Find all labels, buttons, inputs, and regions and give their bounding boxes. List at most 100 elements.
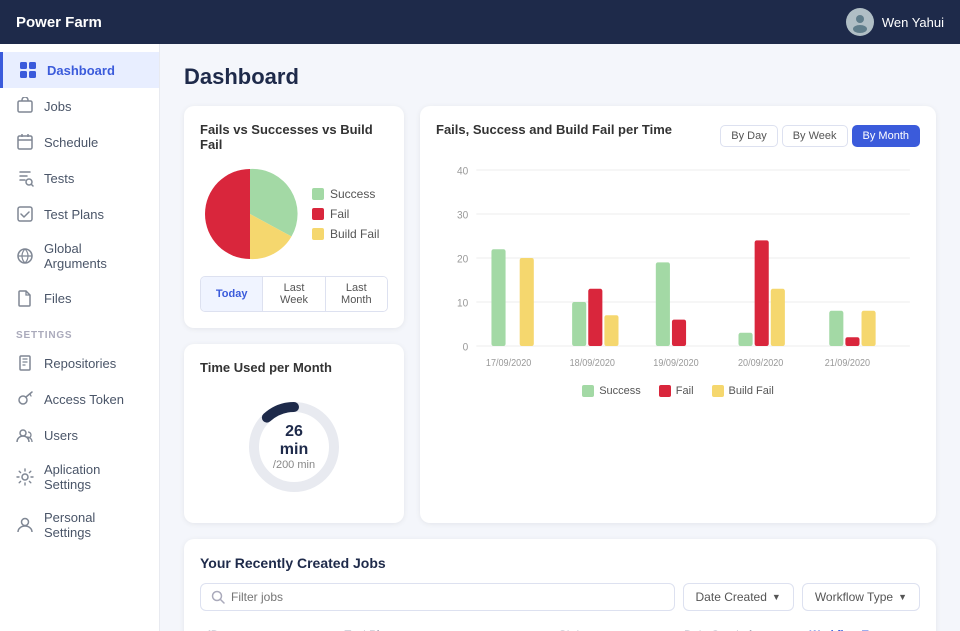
main-content: Dashboard Fails vs Successes vs Build Fa… — [160, 44, 960, 631]
legend-dot-fail — [312, 208, 324, 220]
date-created-filter-btn[interactable]: Date Created ▼ — [683, 583, 794, 611]
chart-legend-build-fail: Build Fail — [712, 385, 774, 397]
legend-label-build-fail: Build Fail — [330, 227, 379, 241]
application-settings-icon — [16, 468, 34, 486]
time-total: /200 min — [269, 459, 319, 471]
time-used: 26 min — [269, 423, 319, 459]
col-header-plan: Test Plan name — [336, 623, 550, 631]
global-arguments-icon — [16, 247, 34, 265]
bar-chart-wrap: 40 30 20 10 0 17/09/2020 — [436, 159, 920, 379]
sidebar-item-access-token-label: Access Token — [44, 392, 124, 407]
sidebar-item-global-arguments[interactable]: Global Arguments — [0, 232, 159, 280]
jobs-icon — [16, 97, 34, 115]
legend-label-fail: Fail — [330, 207, 349, 221]
chart-legend-label-fail: Fail — [676, 385, 694, 397]
sidebar-item-global-arguments-label: Global Arguments — [44, 241, 143, 271]
svg-text:18/09/2020: 18/09/2020 — [570, 357, 615, 368]
svg-text:17/09/2020: 17/09/2020 — [486, 357, 531, 368]
repositories-icon — [16, 354, 34, 372]
jobs-filter-row: Date Created ▼ Workflow Type ▼ — [200, 583, 920, 611]
legend-item-build-fail: Build Fail — [312, 227, 379, 241]
time-card: Time Used per Month 26 min /200 min — [184, 344, 404, 523]
sidebar-item-test-plans-label: Test Plans — [44, 207, 104, 222]
sidebar-item-dashboard[interactable]: Dashboard — [0, 52, 159, 88]
donut-text: 26 min /200 min — [269, 423, 319, 471]
left-column: Fails vs Successes vs Build Fail — [184, 106, 404, 523]
files-icon — [16, 289, 34, 307]
filter-input-wrap[interactable] — [200, 583, 675, 611]
brand-name: Power Farm — [16, 14, 102, 31]
dashboard-icon — [19, 61, 37, 79]
svg-text:19/09/2020: 19/09/2020 — [653, 357, 698, 368]
legend-item-fail: Fail — [312, 207, 379, 221]
col-header-status: Status — [551, 623, 664, 631]
sidebar-item-repositories[interactable]: Repositories — [0, 345, 159, 381]
avatar — [846, 8, 874, 36]
sidebar-item-repositories-label: Repositories — [44, 356, 116, 371]
donut-chart: 26 min /200 min — [244, 397, 344, 497]
chart-legend-dot-fail — [659, 385, 671, 397]
bar-card-title: Fails, Success and Build Fail per Time — [436, 122, 672, 137]
pie-filter-buttons: Today Last Week Last Month — [200, 276, 388, 312]
sidebar-item-files[interactable]: Files — [0, 280, 159, 316]
chevron-down-icon: ▼ — [898, 592, 907, 602]
legend-dot-success — [312, 188, 324, 200]
pie-legend: Success Fail Build Fail — [312, 187, 379, 241]
btn-by-month[interactable]: By Month — [852, 125, 920, 147]
legend-item-success: Success — [312, 187, 379, 201]
svg-text:20: 20 — [457, 253, 468, 266]
svg-text:21/09/2020: 21/09/2020 — [825, 357, 870, 368]
username: Wen Yahui — [882, 15, 944, 30]
bar-chart-svg: 40 30 20 10 0 17/09/2020 — [436, 159, 920, 379]
access-token-icon — [16, 390, 34, 408]
user-profile[interactable]: Wen Yahui — [846, 8, 944, 36]
sidebar-item-personal-settings[interactable]: Personal Settings — [0, 501, 159, 549]
filter-jobs-input[interactable] — [231, 590, 664, 604]
pie-btn-last-month[interactable]: Last Month — [326, 277, 387, 311]
personal-settings-icon — [16, 516, 34, 534]
legend-dot-build-fail — [312, 228, 324, 240]
pie-card-title: Fails vs Successes vs Build Fail — [200, 122, 388, 152]
time-card-title: Time Used per Month — [200, 360, 388, 375]
pie-btn-today[interactable]: Today — [201, 277, 263, 311]
time-filter-buttons: By Day By Week By Month — [720, 125, 920, 147]
sidebar-item-access-token[interactable]: Access Token — [0, 381, 159, 417]
btn-by-week[interactable]: By Week — [782, 125, 848, 147]
sidebar-item-users[interactable]: Users — [0, 417, 159, 453]
sidebar-item-personal-settings-label: Personal Settings — [44, 510, 143, 540]
cards-row: Fails vs Successes vs Build Fail — [184, 106, 936, 523]
users-icon — [16, 426, 34, 444]
chart-legend-dot-success — [582, 385, 594, 397]
app-body: Dashboard Jobs Schedule Tests Test Plans — [0, 44, 960, 631]
sidebar-item-tests-label: Tests — [44, 171, 74, 186]
search-icon — [211, 590, 225, 604]
svg-text:40: 40 — [457, 165, 468, 178]
sidebar-item-application-settings[interactable]: Aplication Settings — [0, 453, 159, 501]
pie-chart-card: Fails vs Successes vs Build Fail — [184, 106, 404, 328]
chart-legend-label-build-fail: Build Fail — [729, 385, 774, 397]
svg-text:20/09/2020: 20/09/2020 — [738, 357, 783, 368]
pie-chart — [200, 164, 300, 264]
tests-icon — [16, 169, 34, 187]
chart-legend-fail: Fail — [659, 385, 694, 397]
jobs-section: Your Recently Created Jobs Date Created … — [184, 539, 936, 631]
chart-legend: Success Fail Build Fail — [436, 385, 920, 397]
sidebar-item-tests[interactable]: Tests — [0, 160, 159, 196]
chart-legend-label-success: Success — [599, 385, 641, 397]
settings-section-label: SETTINGS — [0, 316, 159, 345]
schedule-icon — [16, 133, 34, 151]
bar-card-header: Fails, Success and Build Fail per Time B… — [436, 122, 920, 149]
sidebar-item-schedule[interactable]: Schedule — [0, 124, 159, 160]
col-header-id: ID — [200, 623, 336, 631]
sidebar-item-jobs[interactable]: Jobs — [0, 88, 159, 124]
topbar: Power Farm Wen Yahui — [0, 0, 960, 44]
sidebar-item-files-label: Files — [44, 291, 71, 306]
sidebar-item-users-label: Users — [44, 428, 78, 443]
pie-btn-last-week[interactable]: Last Week — [263, 277, 325, 311]
svg-text:10: 10 — [457, 297, 468, 310]
sidebar-item-application-settings-label: Aplication Settings — [44, 462, 143, 492]
page-title: Dashboard — [184, 64, 936, 90]
workflow-type-filter-btn[interactable]: Workflow Type ▼ — [802, 583, 920, 611]
btn-by-day[interactable]: By Day — [720, 125, 777, 147]
sidebar-item-test-plans[interactable]: Test Plans — [0, 196, 159, 232]
